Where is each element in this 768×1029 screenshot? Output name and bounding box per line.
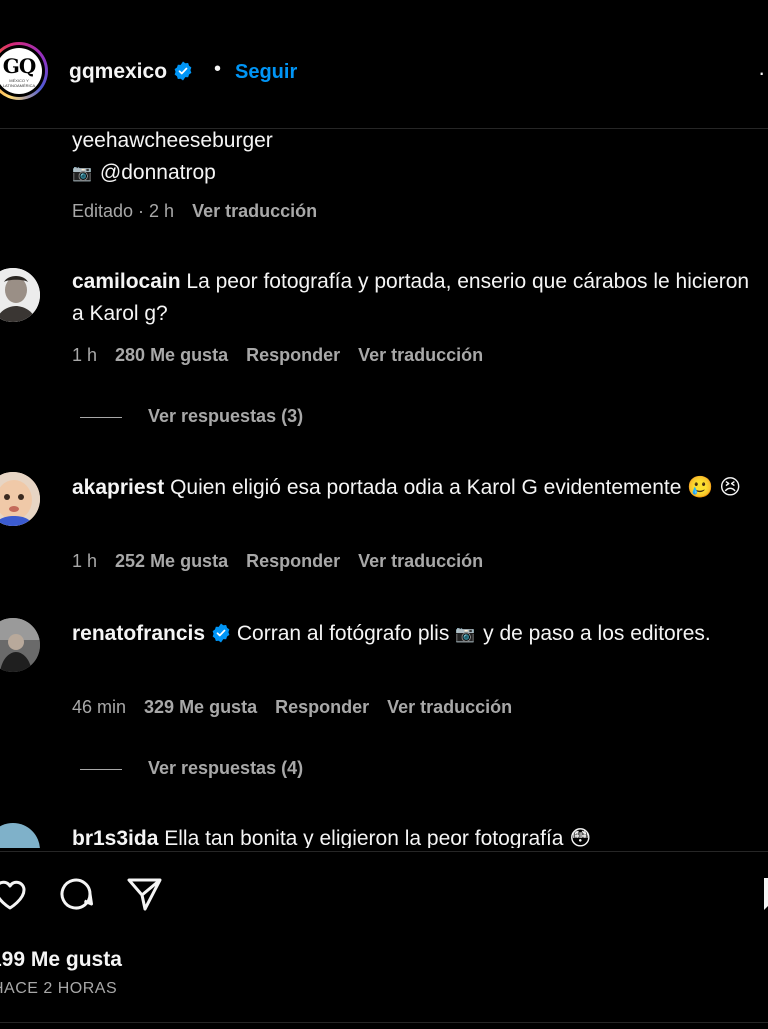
account-avatar[interactable]: GQ MÉXICO Y LATINOAMÉRICA	[0, 42, 48, 100]
camera-icon: 📷	[455, 626, 476, 643]
caption-translate-link[interactable]: Ver traducción	[192, 201, 317, 221]
verified-badge-icon	[174, 61, 192, 81]
bottom-divider	[0, 1022, 768, 1023]
verified-badge-icon	[212, 623, 230, 643]
comment-item-clipped: br1s3ida Ella tan bonita y eligieron la …	[0, 818, 768, 848]
replies-divider	[80, 768, 122, 770]
comment-text-block: renatofrancis Corran al fotógrafo plis 📷…	[72, 618, 762, 651]
comment-username[interactable]: br1s3ida	[72, 827, 158, 848]
post-actions	[0, 874, 768, 918]
replies-divider	[80, 416, 122, 418]
logo-text: GQ	[2, 54, 37, 78]
more-options-icon[interactable]: ·	[758, 60, 765, 86]
footer-divider	[0, 851, 768, 852]
avatar-portrait-icon	[0, 268, 40, 322]
follow-button[interactable]: Seguir	[235, 61, 297, 84]
view-replies-button[interactable]: Ver respuestas (4)	[80, 758, 303, 779]
comment-text: Quien eligió esa portada odia a Karol G …	[170, 476, 682, 499]
commenter-avatar[interactable]	[0, 618, 40, 672]
avatar-photo-icon	[0, 618, 40, 672]
camera-icon: 📷	[72, 165, 92, 182]
caption-meta: Editado · 2 h Ver traducción	[72, 201, 317, 222]
comment-likes[interactable]: 280 Me gusta	[115, 345, 228, 365]
comment-username[interactable]: renatofrancis	[72, 622, 205, 645]
post-caption: yeehawcheeseburger 📷 @donnatrop Editado ·…	[72, 126, 317, 222]
reply-button[interactable]: Responder	[246, 345, 340, 365]
comment-text: Ella tan bonita y eligieron la peor foto…	[164, 827, 564, 848]
view-replies-button[interactable]: Ver respuestas (3)	[80, 406, 303, 427]
comment-emoji: 😳	[569, 827, 592, 848]
caption-edited-time: Editado · 2 h	[72, 201, 175, 221]
caption-credit: 📷 @donnatrop	[72, 158, 317, 189]
post-header: GQ MÉXICO Y LATINOAMÉRICA gqmexico • Seg…	[0, 0, 768, 129]
commenter-avatar[interactable]	[0, 268, 40, 322]
avatar-baby-icon	[0, 472, 40, 526]
post-likes-count[interactable]: 199 Me gusta	[0, 948, 122, 972]
comment-text-block: br1s3ida Ella tan bonita y eligieron la …	[72, 823, 762, 848]
comment-text-block: akapriest Quien eligió esa portada odia …	[72, 472, 762, 504]
caption-mention[interactable]: @donnatrop	[100, 161, 216, 184]
reply-button[interactable]: Responder	[246, 551, 340, 571]
comment-meta: 46 min 329 Me gusta Responder Ver traducció…	[72, 697, 530, 718]
comment-time: 1 h	[72, 345, 98, 365]
header-separator: •	[214, 58, 222, 80]
post-time-ago: HACE 2 HORAS	[0, 980, 118, 997]
commenter-avatar[interactable]	[0, 823, 40, 848]
logo-subtext: MÉXICO Y LATINOAMÉRICA	[2, 78, 36, 88]
comment-meta: 1 h 252 Me gusta Responder Ver traducción	[72, 551, 501, 572]
view-replies-label[interactable]: Ver respuestas (3)	[148, 406, 303, 426]
translate-link[interactable]: Ver traducción	[358, 551, 483, 571]
comment-username[interactable]: akapriest	[72, 476, 164, 499]
comment-username[interactable]: camilocain	[72, 270, 181, 293]
comment-text-continued: y de paso a los editores.	[483, 622, 711, 645]
share-icon[interactable]	[124, 874, 164, 914]
comment-likes[interactable]: 252 Me gusta	[115, 551, 228, 571]
comment-time: 46 min	[72, 697, 127, 717]
caption-text: yeehawcheeseburger	[72, 129, 273, 152]
heart-icon[interactable]	[0, 874, 30, 914]
translate-link[interactable]: Ver traducción	[358, 345, 483, 365]
comment-meta: 1 h 280 Me gusta Responder Ver traducción	[72, 345, 501, 366]
comment-time: 1 h	[72, 551, 98, 571]
view-replies-label[interactable]: Ver respuestas (4)	[148, 758, 303, 778]
translate-link[interactable]: Ver traducción	[387, 697, 512, 717]
post-panel: GQ MÉXICO Y LATINOAMÉRICA gqmexico • Seg…	[0, 0, 768, 1029]
comment-icon[interactable]	[56, 874, 96, 914]
comment-text-block: camilocain La peor fotografía y portada,…	[72, 266, 762, 330]
comment-emojis: 🥲 😣	[687, 476, 742, 499]
comment-likes[interactable]: 329 Me gusta	[144, 697, 257, 717]
username-text[interactable]: gqmexico	[69, 60, 167, 83]
comment-text: Corran al fotógrafo plis	[236, 622, 450, 645]
commenter-avatar[interactable]	[0, 472, 40, 526]
bookmark-icon[interactable]	[756, 874, 768, 914]
header-username[interactable]: gqmexico	[69, 60, 193, 84]
reply-button[interactable]: Responder	[275, 697, 369, 717]
